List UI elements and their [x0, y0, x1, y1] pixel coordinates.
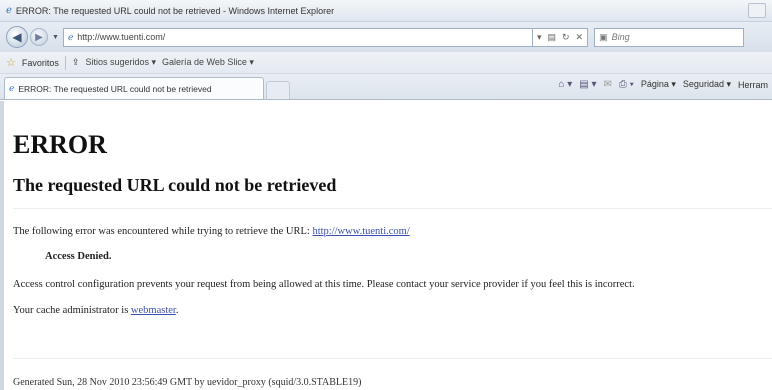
- page-menu[interactable]: Página ▾: [641, 79, 676, 90]
- address-toolbar: ◀ ▶ ▼ ℯ http://www.tuenti.com/ ▾ ▤ ↻ ✕ ▣…: [0, 22, 772, 52]
- admin-period: .: [175, 305, 179, 316]
- history-dropdown-icon[interactable]: ▼: [52, 34, 59, 41]
- search-input[interactable]: ▣ Bing: [594, 27, 745, 47]
- error-title: Access Denied.: [45, 251, 112, 262]
- window-control-button[interactable]: [748, 3, 766, 18]
- webmaster-link[interactable]: webmaster: [131, 305, 176, 316]
- back-arrow-icon: ◀: [12, 30, 22, 44]
- search-placeholder[interactable]: Bing: [612, 32, 630, 42]
- web-slice-gallery-link[interactable]: Galería de Web Slice ▾: [162, 57, 254, 68]
- feeds-icon[interactable]: ▤ ▾: [579, 79, 596, 90]
- ie-page-icon: ℯ: [67, 31, 74, 42]
- divider: [13, 358, 772, 359]
- back-button[interactable]: ◀: [6, 26, 28, 48]
- error-intro: The following error was encountered whil…: [13, 226, 310, 237]
- address-actions: ▾ ▤ ↻ ✕: [532, 27, 589, 47]
- page-content: ERROR The requested URL could not be ret…: [0, 101, 772, 390]
- error-intro-line: The following error was encountered whil…: [13, 226, 410, 237]
- star-icon[interactable]: ☆: [6, 56, 16, 69]
- divider: [64, 55, 66, 70]
- divider: [13, 208, 772, 209]
- dropdown-icon[interactable]: ▾: [537, 32, 542, 43]
- error-url-link[interactable]: http://www.tuenti.com/: [312, 226, 409, 237]
- home-icon[interactable]: ⌂ ▾: [558, 79, 572, 90]
- ie-page-icon: ℯ: [9, 83, 15, 93]
- bing-icon: ▣: [599, 31, 608, 42]
- favorites-button[interactable]: Favoritos: [22, 58, 59, 68]
- page-subheading: The requested URL could not be retrieved: [13, 175, 337, 195]
- footer-text: Generated Sun, 28 Nov 2010 23:56:49 GMT …: [13, 377, 362, 388]
- tab-active[interactable]: ℯ ERROR: The requested URL could not be …: [4, 77, 264, 99]
- new-tab-button[interactable]: [266, 81, 290, 99]
- mail-icon[interactable]: ✉: [604, 79, 612, 90]
- tools-menu[interactable]: Herram: [738, 80, 768, 90]
- safety-menu[interactable]: Seguridad ▾: [683, 79, 731, 90]
- window-titlebar: ℯ ERROR: The requested URL could not be …: [0, 0, 772, 22]
- print-icon[interactable]: ⎙ ▾: [619, 79, 634, 90]
- admin-text: Your cache administrator is: [13, 305, 129, 316]
- error-detail: Access control configuration prevents yo…: [13, 279, 635, 290]
- tab-title[interactable]: ERROR: The requested URL could not be re…: [18, 84, 211, 94]
- page-heading: ERROR: [13, 130, 107, 159]
- add-favorite-icon[interactable]: ⇪: [72, 57, 80, 68]
- stop-icon[interactable]: ✕: [576, 32, 584, 43]
- refresh-icon[interactable]: ↻: [562, 32, 570, 43]
- command-bar: ⌂ ▾ ▤ ▾ ✉ ⎙ ▾ Página ▾ Seguridad ▾ Herra…: [558, 79, 772, 90]
- forward-arrow-icon: ▶: [35, 31, 43, 43]
- forward-button[interactable]: ▶: [30, 28, 48, 46]
- address-input[interactable]: ℯ http://www.tuenti.com/: [62, 27, 533, 47]
- favorites-bar: ☆ Favoritos ⇪ Sitios sugeridos ▾ Galería…: [0, 52, 772, 74]
- admin-line: Your cache administrator is webmaster.: [13, 305, 178, 316]
- window-title: ERROR: The requested URL could not be re…: [15, 5, 335, 16]
- suggested-sites-link[interactable]: Sitios sugeridos ▾: [85, 57, 156, 68]
- ie-logo-icon: ℯ: [6, 5, 12, 16]
- compatibility-icon[interactable]: ▤: [547, 32, 556, 43]
- address-url[interactable]: http://www.tuenti.com/: [77, 32, 165, 42]
